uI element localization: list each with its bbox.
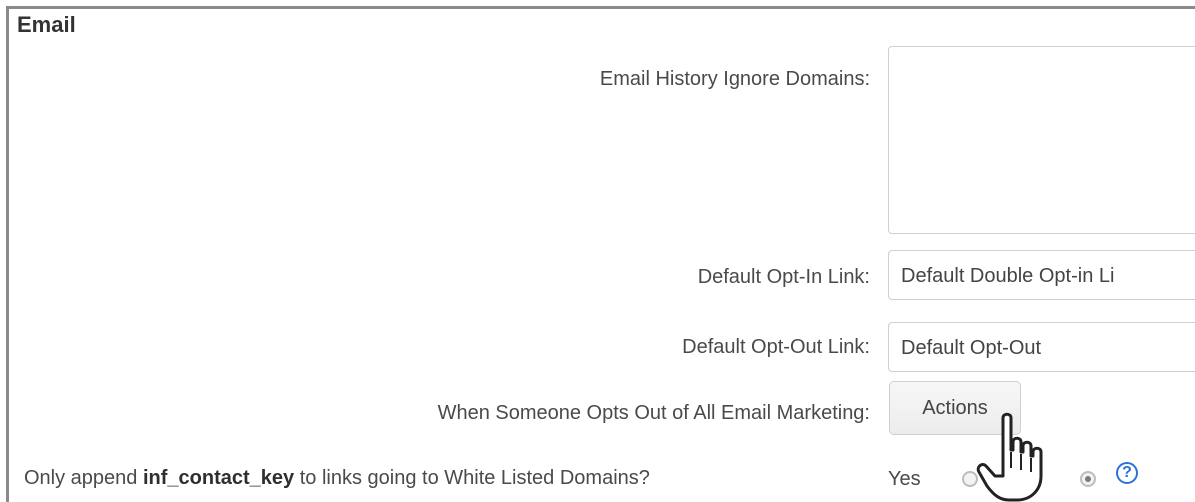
ignore-domains-label: Email History Ignore Domains: — [599, 68, 870, 90]
no-radio[interactable] — [1080, 471, 1096, 487]
opt-out-link-select[interactable]: Default Opt-Out — [888, 322, 1195, 372]
append-key-name: inf_contact_key — [142, 467, 295, 489]
opt-out-link-label: Default Opt-Out Link: — [682, 336, 870, 358]
yes-label: Yes — [888, 468, 921, 490]
append-key-suffix: to links going to White Listed Domains? — [294, 467, 650, 489]
append-key-question: Only append inf_contact_key to links goi… — [24, 467, 650, 490]
help-icon[interactable]: ? — [1116, 462, 1138, 484]
section-title: Email — [17, 12, 76, 37]
opts-out-all-label: When Someone Opts Out of All Email Marke… — [437, 402, 870, 424]
hand-pointer-icon — [976, 412, 1043, 502]
opt-in-link-label: Default Opt-In Link: — [697, 266, 870, 288]
ignore-domains-textarea[interactable] — [888, 46, 1195, 234]
opt-in-link-select[interactable]: Default Double Opt-in Li — [888, 250, 1195, 300]
append-key-prefix: Only append — [24, 467, 143, 489]
